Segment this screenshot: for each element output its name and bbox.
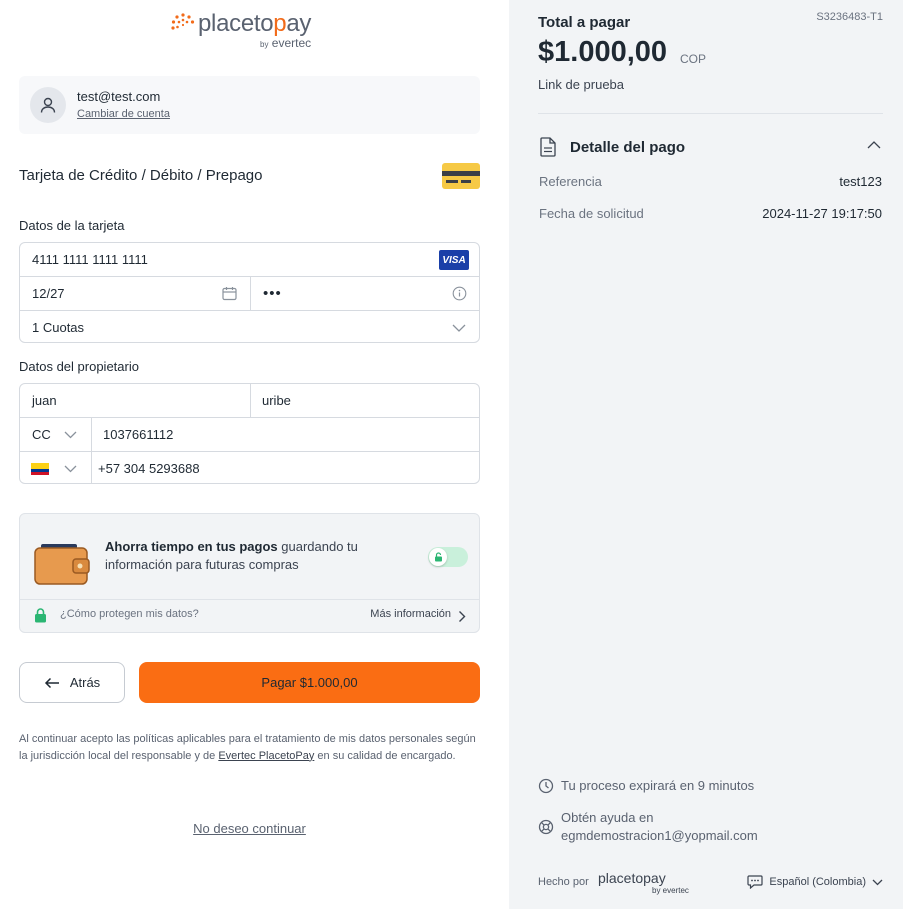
document-row: CC 1037661112: [20, 418, 479, 452]
total-label: Total a pagar: [538, 14, 631, 31]
placetopay-mark-icon: [171, 13, 195, 30]
lifebuoy-icon: [538, 819, 554, 835]
language-label: Español (Colombia): [769, 876, 866, 888]
currency-code: COP: [680, 52, 707, 66]
transaction-code: S3236483-T1: [816, 11, 883, 23]
lock-open-icon: [429, 548, 447, 566]
help-email-link[interactable]: egmdemostracion1@yopmail.com: [561, 827, 758, 845]
arrow-left-icon: [44, 677, 59, 688]
expiry-input[interactable]: 12/27: [32, 277, 232, 310]
cvv-input[interactable]: •••: [263, 277, 413, 310]
brand-wordmark: placetopay: [198, 10, 312, 37]
payment-method-title: Tarjeta de Crédito / Débito / Prepago: [19, 167, 263, 184]
document-icon: [540, 137, 556, 157]
payment-detail-title: Detalle del pago: [570, 139, 686, 156]
card-expiry-cvv-row: 12/27 •••: [20, 277, 479, 311]
lock-icon: [35, 608, 46, 623]
save-info-toggle[interactable]: [428, 547, 468, 567]
chevron-right-icon[interactable]: [458, 610, 466, 623]
card-number-row: 4111 1111 1111 1111 VISA: [20, 243, 479, 277]
decline-link[interactable]: No deseo continuar: [193, 821, 306, 836]
back-button[interactable]: Atrás: [19, 662, 125, 703]
calendar-icon: [222, 277, 242, 310]
brand-by-evertec: by evertec: [260, 36, 312, 50]
data-protection-link[interactable]: ¿Cómo protegen mis datos?: [60, 608, 199, 620]
account-card: test@test.com Cambiar de cuenta: [19, 76, 480, 134]
chevron-down-icon: [872, 879, 883, 885]
wallet-icon: [34, 544, 90, 585]
account-email: test@test.com: [77, 89, 161, 104]
order-summary-panel: S3236483-T1 Total a pagar $1.000,00 COP …: [509, 0, 903, 909]
owner-section-label: Datos del propietario: [19, 359, 139, 374]
total-amount: $1.000,00: [538, 36, 668, 68]
legal-notice: Al continuar acepto las políticas aplica…: [19, 733, 476, 762]
owner-fields-group: juan uribe CC 1037661112 +57 304 5293688: [19, 383, 480, 484]
name-row: juan uribe: [20, 384, 479, 418]
info-circle-icon[interactable]: [452, 277, 470, 310]
back-button-label: Atrás: [69, 675, 101, 690]
made-by-label: Hecho por: [538, 876, 589, 888]
colombia-flag-icon[interactable]: [31, 452, 51, 483]
last-name-input[interactable]: uribe: [262, 384, 472, 417]
card-number-input[interactable]: 4111 1111 1111 1111: [32, 243, 412, 276]
payment-description: Link de prueba: [538, 77, 625, 92]
clock-icon: [538, 778, 554, 794]
decline-container: No deseo continuar: [0, 821, 499, 836]
chat-bubble-icon: [747, 875, 763, 889]
first-name-input[interactable]: juan: [32, 384, 242, 417]
card-fields-group: 4111 1111 1111 1111 VISA 12/27 ••• 1 Cuo…: [19, 242, 480, 343]
save-info-promo: Ahorra tiempo en tus pagos guardando tu …: [19, 513, 480, 633]
footer-placetopay-logo: placetopay by evertec: [598, 870, 689, 895]
placetopay-logo: placetopay by evertec: [170, 10, 340, 52]
chevron-up-icon: [867, 141, 881, 149]
checkout-form-panel: placetopay by evertec test@test.com Camb…: [0, 0, 509, 909]
chevron-down-icon: [452, 311, 468, 342]
pay-button[interactable]: Pagar $1.000,00: [139, 662, 480, 703]
change-account-link[interactable]: Cambiar de cuenta: [77, 108, 170, 120]
installments-select[interactable]: 1 Cuotas: [20, 311, 479, 342]
card-section-label: Datos de la tarjeta: [19, 218, 125, 233]
installments-value: 1 Cuotas: [32, 320, 85, 335]
more-info-link[interactable]: Más información: [370, 608, 451, 620]
credit-card-icon: [442, 163, 480, 189]
language-selector[interactable]: Español (Colombia): [747, 875, 883, 889]
doc-number-input[interactable]: 1037661112: [103, 418, 403, 451]
chevron-down-icon: [64, 452, 78, 483]
user-avatar-icon: [30, 87, 66, 123]
payment-detail-toggle[interactable]: Detalle del pago: [538, 137, 883, 159]
save-info-text: Ahorra tiempo en tus pagos guardando tu …: [105, 539, 358, 572]
evertec-policy-link[interactable]: Evertec PlacetoPay: [218, 750, 314, 762]
phone-row: +57 304 5293688: [20, 452, 479, 483]
visa-brand-icon: VISA: [439, 250, 469, 270]
pay-button-label: Pagar $1.000,00: [261, 675, 358, 690]
chevron-down-icon: [64, 418, 78, 451]
footer: Hecho por placetopay by evertec Español …: [538, 870, 883, 900]
phone-input[interactable]: +57 304 5293688: [98, 452, 398, 483]
